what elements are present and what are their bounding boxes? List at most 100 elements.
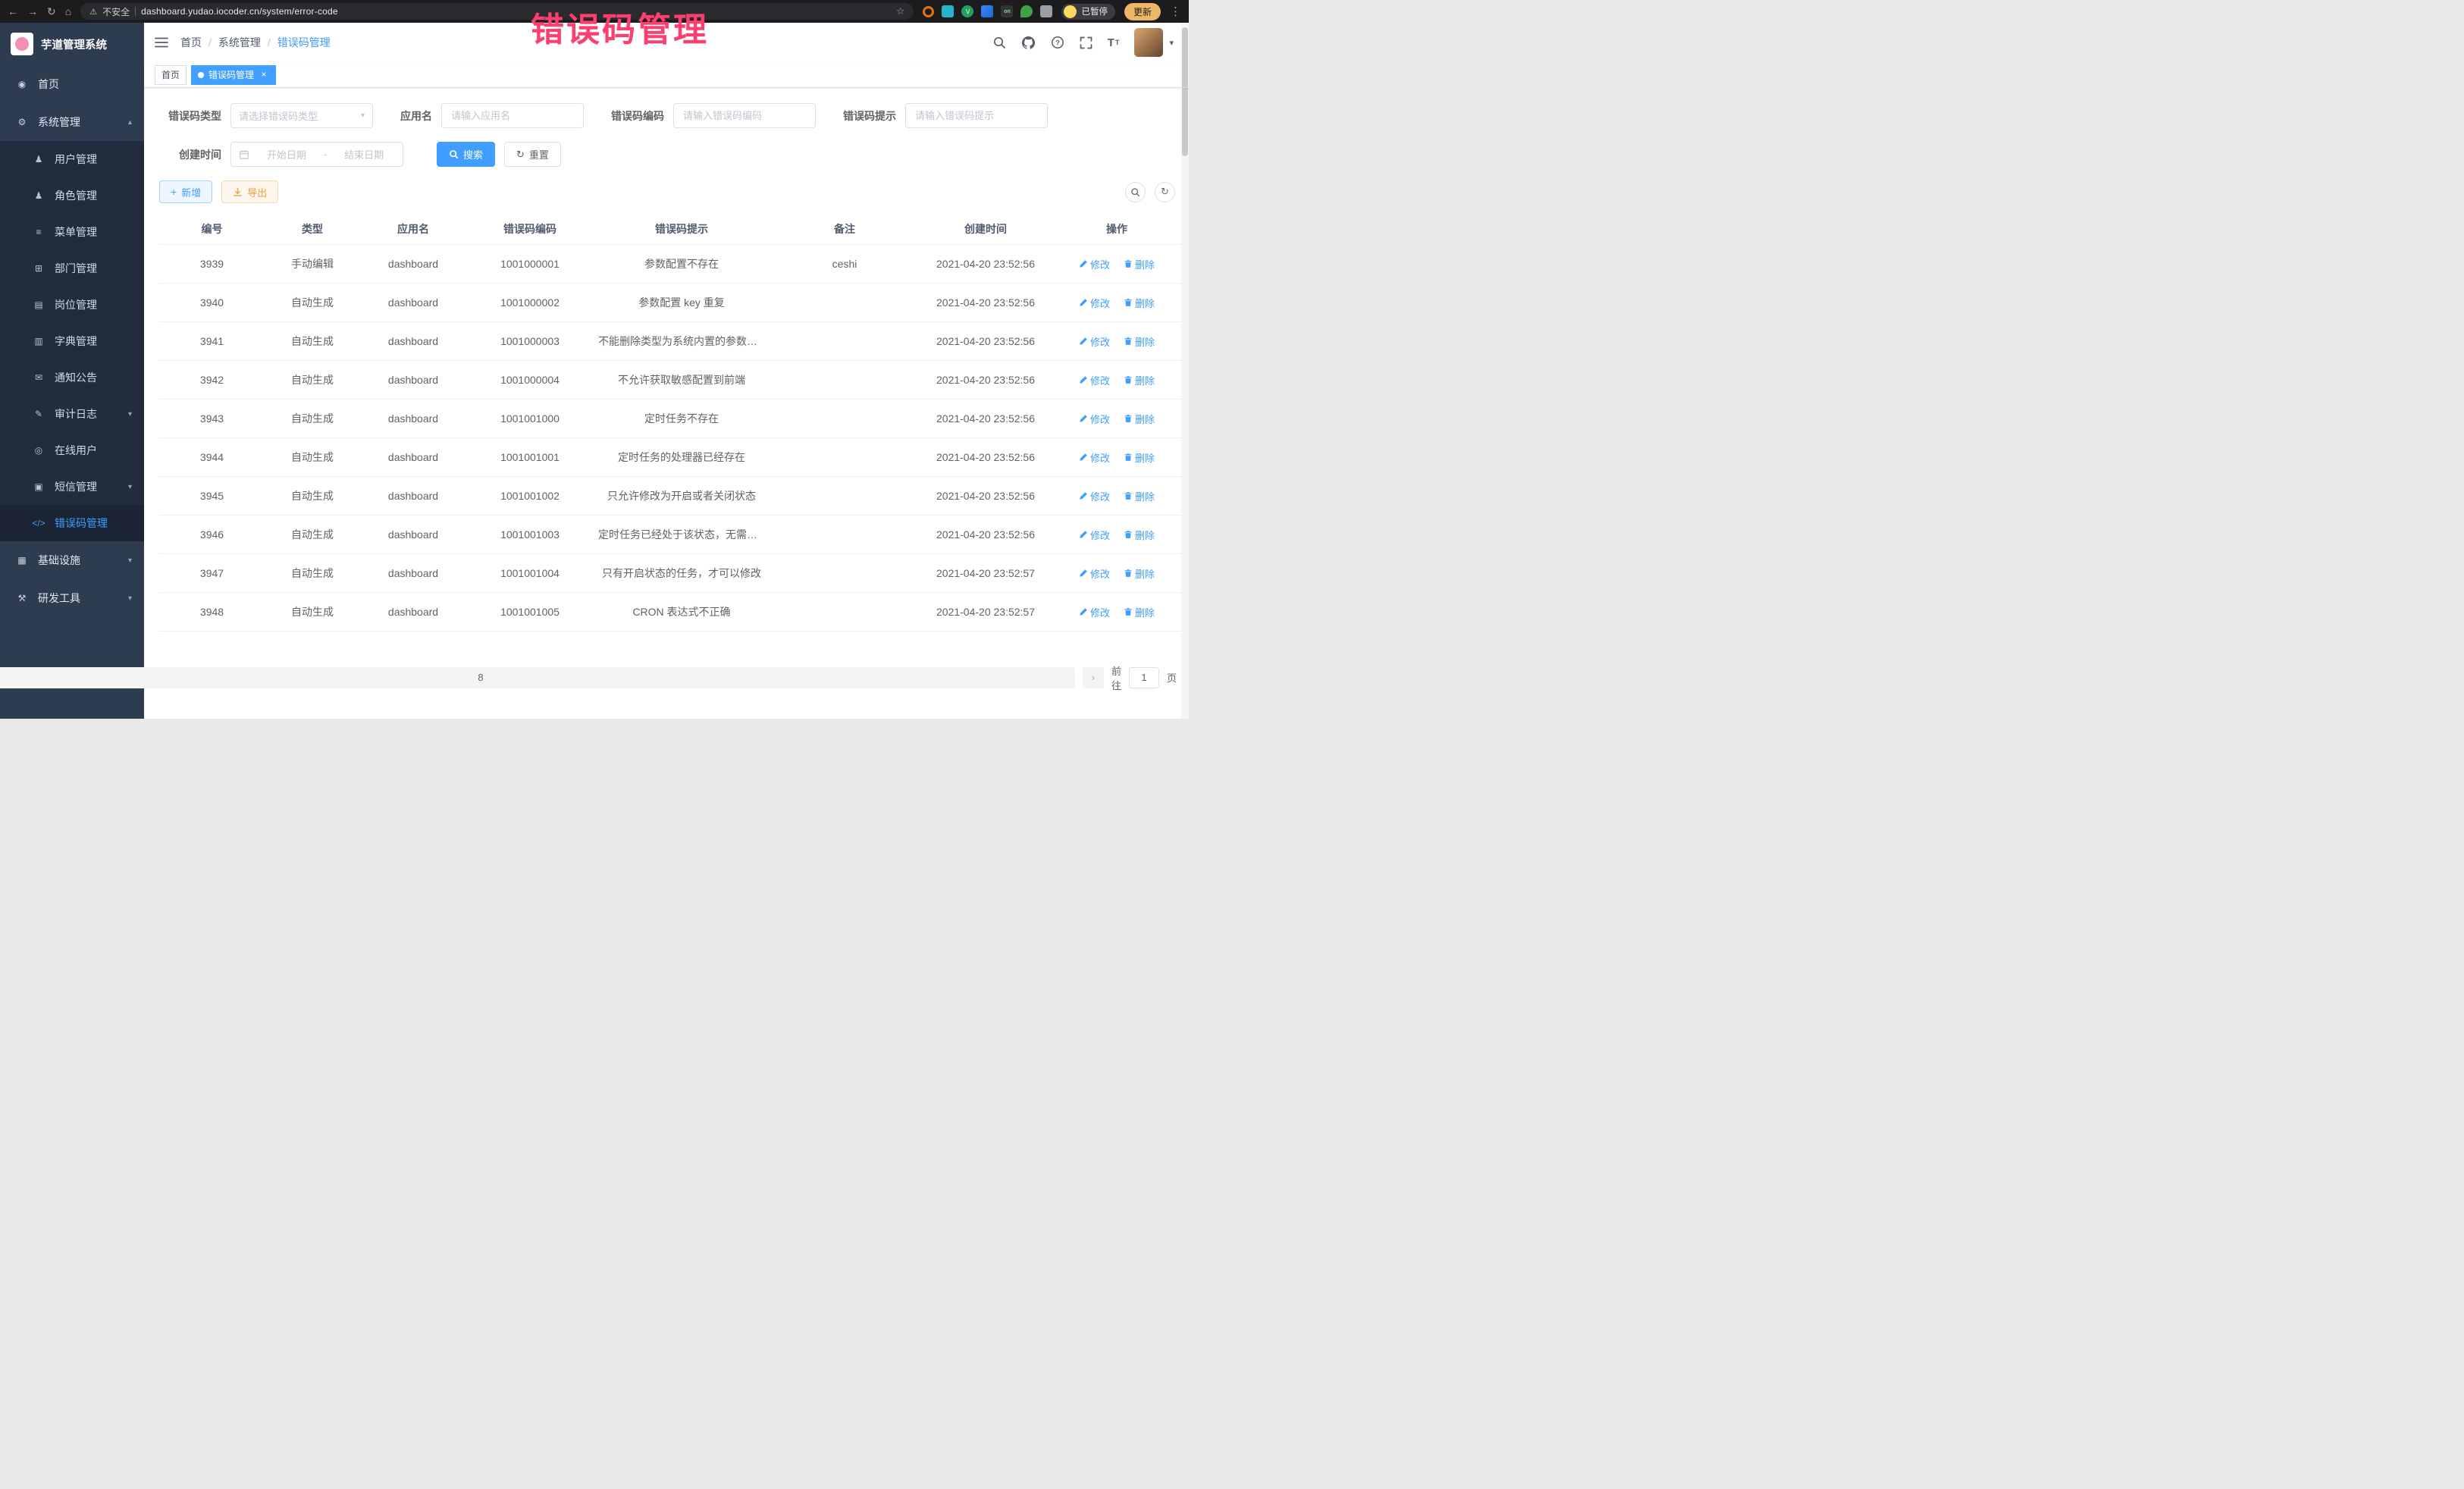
cell-type: 自动生成 bbox=[265, 361, 360, 400]
delete-link[interactable]: 删除 bbox=[1124, 605, 1155, 619]
edit-icon bbox=[1079, 530, 1088, 539]
scrollbar-thumb[interactable] bbox=[1182, 27, 1188, 156]
goto-page-input[interactable] bbox=[1129, 667, 1159, 688]
url-text[interactable]: dashboard.yudao.iocoder.cn/system/error-… bbox=[141, 6, 338, 17]
extension-icon[interactable] bbox=[942, 5, 954, 17]
export-button[interactable]: 导出 bbox=[221, 180, 278, 203]
scrollbar[interactable] bbox=[1181, 23, 1189, 719]
chevron-down-icon[interactable]: ▾ bbox=[1169, 38, 1174, 48]
browser-update-button[interactable]: 更新 bbox=[1124, 3, 1161, 20]
extension-icon[interactable] bbox=[1020, 5, 1033, 17]
filter-error-hint: 错误码提示 bbox=[843, 103, 1048, 128]
fullscreen-icon[interactable] bbox=[1080, 36, 1092, 49]
breadcrumb-item-1[interactable]: 系统管理 bbox=[218, 35, 277, 50]
sidebar-item-audit[interactable]: ✎ 审计日志 ▾ bbox=[0, 396, 144, 432]
tab-error-code[interactable]: 错误码管理× bbox=[191, 65, 276, 85]
start-date-placeholder[interactable]: 开始日期 bbox=[255, 147, 318, 161]
app-name-input[interactable] bbox=[441, 103, 584, 128]
extension-icon[interactable]: on bbox=[1001, 5, 1013, 17]
cell-remark bbox=[770, 322, 920, 361]
sidebar-item-infra[interactable]: ▦ 基础设施 ▾ bbox=[0, 541, 144, 579]
edit-link[interactable]: 修改 bbox=[1079, 412, 1110, 426]
home-icon[interactable]: ⌂ bbox=[65, 6, 71, 17]
delete-link[interactable]: 删除 bbox=[1124, 412, 1155, 426]
column-header-5: 备注 bbox=[770, 214, 920, 245]
profile-paused-chip[interactable]: 已暂停 bbox=[1061, 4, 1115, 20]
sidebar-item-role[interactable]: ♟ 角色管理 bbox=[0, 177, 144, 214]
end-date-placeholder[interactable]: 结束日期 bbox=[333, 147, 395, 161]
search-button[interactable]: 搜索 bbox=[437, 142, 495, 167]
security-label[interactable]: 不安全 bbox=[102, 5, 130, 18]
edit-link[interactable]: 修改 bbox=[1079, 257, 1110, 271]
extensions-puzzle-icon[interactable] bbox=[1040, 5, 1052, 17]
chevron-icon: ▴ bbox=[128, 118, 132, 127]
error-type-select[interactable]: 请选择错误码类型 ▾ bbox=[230, 103, 373, 128]
delete-link[interactable]: 删除 bbox=[1124, 373, 1155, 387]
cell-type: 自动生成 bbox=[265, 438, 360, 477]
edit-link[interactable]: 修改 bbox=[1079, 528, 1110, 542]
next-page-button[interactable]: › bbox=[1083, 667, 1104, 688]
error-code-input[interactable] bbox=[673, 103, 816, 128]
help-icon[interactable]: ? bbox=[1051, 36, 1064, 49]
create-time-range[interactable]: 开始日期 - 结束日期 bbox=[230, 142, 403, 167]
delete-link[interactable]: 删除 bbox=[1124, 489, 1155, 503]
tab-bar-tags: 首页错误码管理× bbox=[155, 65, 276, 85]
close-icon[interactable]: × bbox=[259, 70, 269, 80]
edit-link[interactable]: 修改 bbox=[1079, 450, 1110, 465]
edit-link[interactable]: 修改 bbox=[1079, 373, 1110, 387]
breadcrumb-item-0[interactable]: 首页 bbox=[180, 35, 218, 50]
font-size-icon[interactable]: T bbox=[1108, 37, 1120, 49]
cell-remark bbox=[770, 361, 920, 400]
tab-home[interactable]: 首页 bbox=[155, 65, 187, 85]
edit-link[interactable]: 修改 bbox=[1079, 566, 1110, 581]
delete-link[interactable]: 删除 bbox=[1124, 566, 1155, 581]
sidebar: 芋道管理系统 ◉ 首页 ⚙ 系统管理 ▴ ♟ 用户管理 ♟ 角色管理 ≡ 菜单管… bbox=[0, 23, 144, 719]
hamburger-icon[interactable] bbox=[155, 37, 168, 48]
edit-link[interactable]: 修改 bbox=[1079, 605, 1110, 619]
cell-actions: 修改 删除 bbox=[1052, 554, 1182, 593]
address-bar[interactable]: ⚠ 不安全 dashboard.yudao.iocoder.cn/system/… bbox=[80, 3, 914, 20]
cell-actions: 修改 删除 bbox=[1052, 284, 1182, 322]
search-icon[interactable] bbox=[992, 36, 1006, 49]
back-icon[interactable]: ← bbox=[8, 6, 18, 17]
content: 错误码类型 请选择错误码类型 ▾ 应用名 错误码编码 bbox=[144, 88, 1189, 719]
sidebar-item-notice[interactable]: ✉ 通知公告 bbox=[0, 359, 144, 396]
delete-link[interactable]: 删除 bbox=[1124, 296, 1155, 310]
extension-icon[interactable]: V bbox=[961, 5, 973, 17]
extension-icon[interactable] bbox=[981, 5, 993, 17]
sidebar-item-post[interactable]: ▤ 岗位管理 bbox=[0, 287, 144, 323]
sidebar-item-devtools[interactable]: ⚒ 研发工具 ▾ bbox=[0, 579, 144, 617]
delete-link[interactable]: 删除 bbox=[1124, 528, 1155, 542]
github-icon[interactable] bbox=[1021, 36, 1036, 50]
sidebar-item-user[interactable]: ♟ 用户管理 bbox=[0, 141, 144, 177]
sidebar-item-errorcode[interactable]: </> 错误码管理 bbox=[0, 505, 144, 541]
edit-link[interactable]: 修改 bbox=[1079, 296, 1110, 310]
extension-icon[interactable] bbox=[923, 6, 934, 17]
edit-link[interactable]: 修改 bbox=[1079, 334, 1110, 349]
bookmark-star-icon[interactable]: ☆ bbox=[896, 5, 905, 17]
error-hint-input[interactable] bbox=[905, 103, 1048, 128]
sidebar-item-sms[interactable]: ▣ 短信管理 ▾ bbox=[0, 469, 144, 505]
sidebar-item-online[interactable]: ◎ 在线用户 bbox=[0, 432, 144, 469]
reload-icon[interactable]: ↻ bbox=[47, 6, 56, 17]
user-avatar[interactable] bbox=[1134, 28, 1163, 57]
reset-button[interactable]: ↻ 重置 bbox=[504, 142, 561, 167]
sidebar-item-menu[interactable]: ≡ 菜单管理 bbox=[0, 214, 144, 250]
delete-link[interactable]: 删除 bbox=[1124, 450, 1155, 465]
toggle-search-button[interactable] bbox=[1125, 182, 1146, 202]
browser-menu-icon[interactable]: ⋮ bbox=[1170, 6, 1181, 17]
edit-link[interactable]: 修改 bbox=[1079, 489, 1110, 503]
edit-icon bbox=[1079, 337, 1088, 346]
sidebar-item-home[interactable]: ◉ 首页 bbox=[0, 65, 144, 103]
delete-link[interactable]: 删除 bbox=[1124, 334, 1155, 349]
page-button-8[interactable]: 8 bbox=[0, 667, 1075, 688]
sidebar-item-dict[interactable]: ▥ 字典管理 bbox=[0, 323, 144, 359]
delete-link[interactable]: 删除 bbox=[1124, 257, 1155, 271]
add-button[interactable]: + 新增 bbox=[159, 180, 212, 203]
forward-icon[interactable]: → bbox=[27, 6, 38, 17]
download-icon bbox=[233, 187, 243, 197]
sidebar-item-dept[interactable]: ⊞ 部门管理 bbox=[0, 250, 144, 287]
header-actions: ? T ▾ bbox=[992, 28, 1174, 57]
refresh-table-button[interactable]: ↻ bbox=[1155, 182, 1175, 202]
sidebar-item-system[interactable]: ⚙ 系统管理 ▴ bbox=[0, 103, 144, 141]
